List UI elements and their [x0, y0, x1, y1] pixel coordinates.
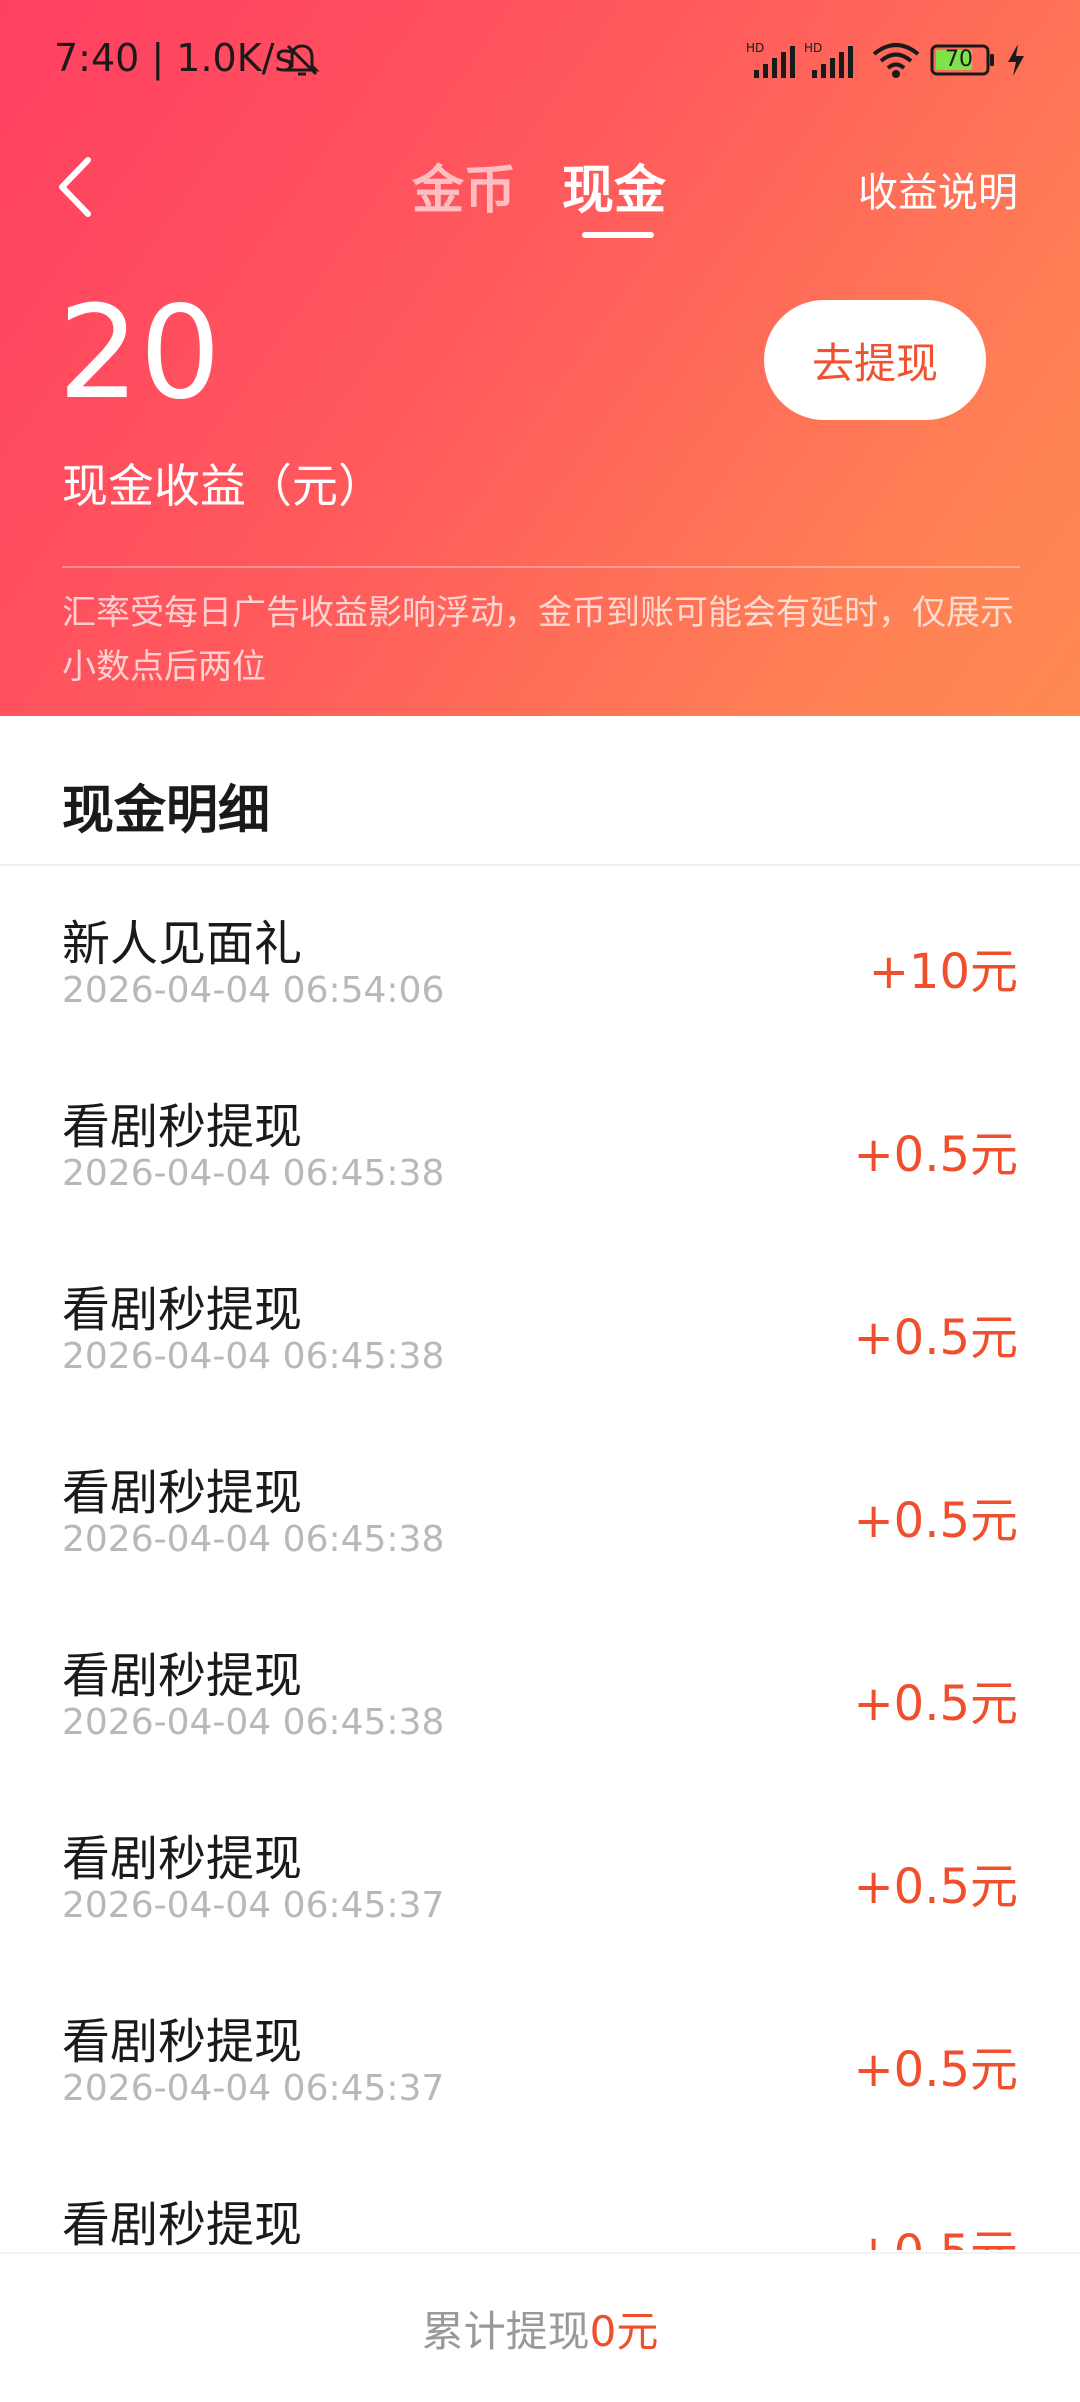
- item-time: 2026-04-04 06:45:38: [62, 1153, 445, 1194]
- tab-coins[interactable]: 金币: [412, 148, 516, 223]
- item-amount: +0.5元: [853, 1493, 1018, 1549]
- bell-muted-icon: [284, 44, 320, 76]
- list-item: 看剧秒提现 2026-04-04 06:45:38 +0.5元: [0, 1232, 1080, 1415]
- list-item: 看剧秒提现 2026-04-04 06:45:38 +0.5元: [0, 1415, 1080, 1598]
- charging-icon: [1008, 44, 1024, 76]
- hd-signal-icon: HD: [746, 41, 795, 78]
- cash-details-title: 现金明细: [62, 781, 271, 841]
- item-title: 看剧秒提现: [62, 1648, 303, 1704]
- item-time: 2026-04-04 06:45:37: [62, 2068, 445, 2109]
- hd-signal-icon: HD: [804, 41, 853, 78]
- list-item: 新人见面礼 2026-04-04 06:54:06 +10元: [0, 866, 1080, 1049]
- list-item: 看剧秒提现 +0.5元: [0, 2147, 1080, 2250]
- battery-level: 70: [945, 47, 973, 72]
- tab-cash[interactable]: 现金: [562, 148, 666, 223]
- item-amount: +10元: [868, 944, 1018, 1000]
- item-time: 2026-04-04 06:45:38: [62, 1336, 445, 1377]
- item-time: 2026-04-04 06:45:38: [62, 1702, 445, 1743]
- item-amount: +0.5元: [853, 1310, 1018, 1366]
- item-title: 看剧秒提现: [62, 1282, 303, 1338]
- item-title: 看剧秒提现: [62, 1099, 303, 1155]
- svg-text:HD: HD: [804, 41, 822, 55]
- item-amount: +0.5元: [853, 1859, 1018, 1915]
- item-title: 看剧秒提现: [62, 2197, 303, 2250]
- item-amount: +0.5元: [853, 2213, 1018, 2250]
- item-time: 2026-04-04 06:45:37: [62, 1885, 445, 1926]
- list-item: 看剧秒提现 2026-04-04 06:45:38 +0.5元: [0, 1598, 1080, 1781]
- cash-balance-label: 现金收益（元）: [62, 459, 384, 513]
- status-bar: 7:40 | 1.0K/s HD HD 70: [0, 0, 1080, 120]
- income-explanation-link[interactable]: 收益说明: [858, 160, 1018, 218]
- total-withdrawn-footer: 累计提现 0元: [0, 2252, 1080, 2402]
- item-title: 看剧秒提现: [62, 1831, 303, 1887]
- item-title: 看剧秒提现: [62, 1465, 303, 1521]
- cash-details-list[interactable]: 新人见面礼 2026-04-04 06:54:06 +10元 看剧秒提现 202…: [0, 866, 1080, 2250]
- header-divider: [62, 566, 1020, 568]
- item-title: 新人见面礼: [62, 916, 303, 972]
- item-time: 2026-04-04 06:45:38: [62, 1519, 445, 1560]
- back-icon[interactable]: [52, 152, 102, 222]
- wifi-icon: [872, 43, 920, 78]
- svg-text:HD: HD: [746, 41, 764, 55]
- withdraw-button[interactable]: 去提现: [764, 300, 986, 420]
- status-time: 7:40 | 1.0K/s: [54, 36, 295, 80]
- cash-balance: 20: [58, 279, 221, 428]
- list-item: 看剧秒提现 2026-04-04 06:45:38 +0.5元: [0, 1049, 1080, 1232]
- item-amount: +0.5元: [853, 1127, 1018, 1183]
- item-title: 看剧秒提现: [62, 2014, 303, 2070]
- earnings-header: 7:40 | 1.0K/s HD HD 70 金币 现金 收益说明 20 现金收…: [0, 0, 1080, 716]
- item-amount: +0.5元: [853, 2042, 1018, 2098]
- total-withdrawn-value: 0元: [589, 2306, 659, 2356]
- exchange-rate-notice: 汇率受每日广告收益影响浮动，金币到账可能会有延时，仅展示小数点后两位: [62, 593, 1014, 687]
- item-time: 2026-04-04 06:54:06: [62, 970, 445, 1011]
- list-item: 看剧秒提现 2026-04-04 06:45:37 +0.5元: [0, 1781, 1080, 1964]
- active-tab-indicator: [582, 232, 654, 238]
- list-item: 看剧秒提现 2026-04-04 06:45:37 +0.5元: [0, 1964, 1080, 2147]
- total-withdrawn-label: 累计提现: [421, 2306, 590, 2356]
- item-amount: +0.5元: [853, 1676, 1018, 1732]
